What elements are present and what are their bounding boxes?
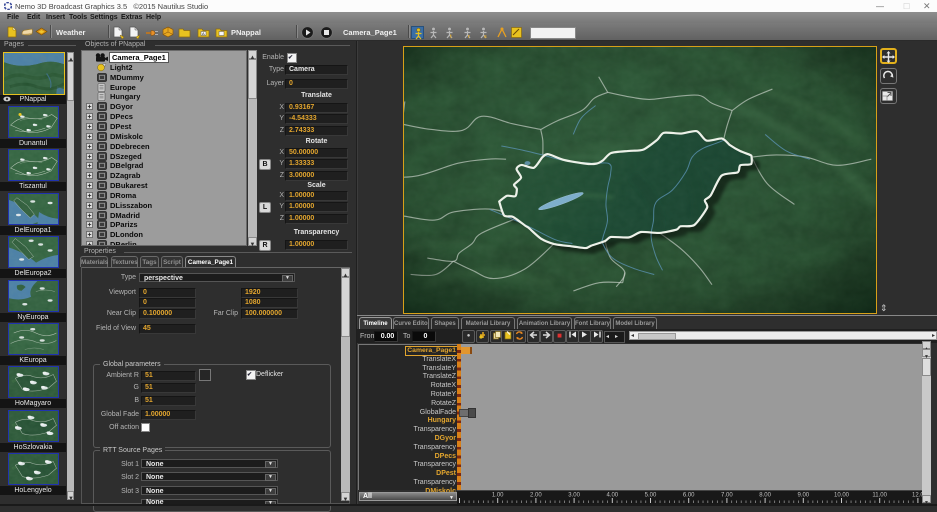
svg-text:6.00: 6.00 [683, 493, 695, 499]
svg-text:8.00: 8.00 [759, 493, 771, 499]
svg-text:3.00: 3.00 [568, 493, 580, 499]
svg-text:11.00: 11.00 [872, 493, 887, 499]
svg-text:7.00: 7.00 [721, 493, 733, 499]
svg-text:1.00: 1.00 [492, 493, 504, 499]
svg-text:A: A [202, 31, 205, 36]
svg-text:r: r [468, 34, 470, 39]
svg-text:12.0: 12.0 [912, 493, 922, 499]
svg-text:t: t [450, 34, 452, 39]
svg-text:s: s [484, 34, 487, 39]
svg-text:5.00: 5.00 [645, 493, 657, 499]
svg-text:9.00: 9.00 [797, 493, 809, 499]
svg-text:2.00: 2.00 [530, 493, 542, 499]
svg-text:4.00: 4.00 [606, 493, 618, 499]
svg-text:10.00: 10.00 [834, 493, 850, 499]
